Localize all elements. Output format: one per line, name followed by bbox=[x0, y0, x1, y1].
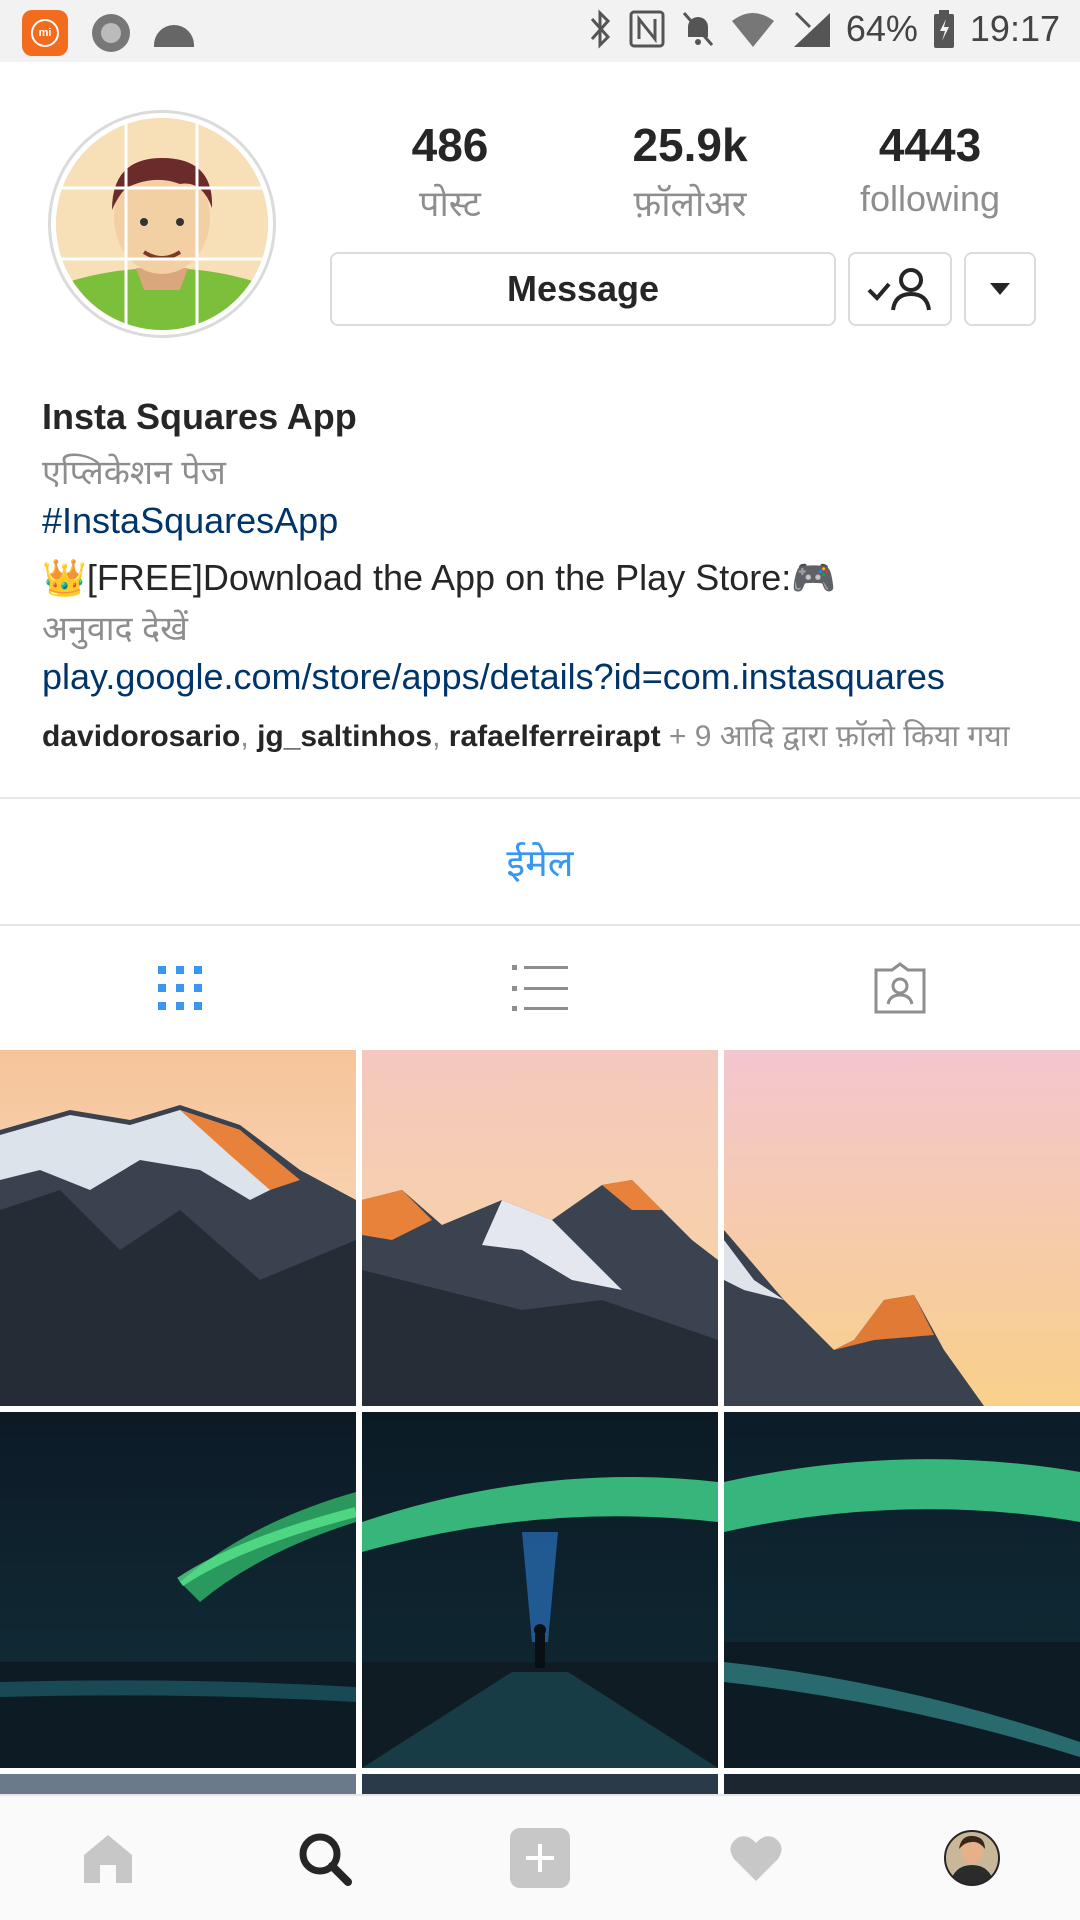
posts-count: 486 bbox=[411, 119, 489, 171]
bio-description-text: [FREE]Download the App on the Play Store… bbox=[86, 557, 792, 598]
notification-circle-icon bbox=[92, 14, 130, 52]
website-link[interactable]: play.google.com/store/apps/details?id=co… bbox=[42, 656, 1052, 714]
bio-description: 👑 [FREE]Download the App on the Play Stor… bbox=[42, 552, 1052, 604]
search-icon bbox=[299, 1833, 352, 1886]
followers-label: फ़ॉलोअर bbox=[633, 183, 747, 224]
nav-home[interactable] bbox=[0, 1796, 216, 1920]
bottom-navigation bbox=[0, 1794, 1080, 1920]
mute-bell-icon bbox=[682, 12, 713, 46]
signal-icon bbox=[793, 11, 830, 47]
profile-stats: 486 पोस्ट 25.9k फ़ॉलोअर 4443 following bbox=[330, 118, 1050, 227]
heart-icon bbox=[730, 1836, 782, 1881]
post-thumbnail[interactable] bbox=[0, 1412, 356, 1768]
profile-category: एप्लिकेशन पेज bbox=[42, 454, 226, 492]
bluetooth-icon bbox=[590, 9, 610, 49]
post-thumbnail[interactable] bbox=[724, 1050, 1080, 1406]
followed-by-user-3[interactable]: rafaelferreirapt bbox=[449, 720, 661, 753]
profile-avatar[interactable] bbox=[56, 118, 268, 330]
add-icon bbox=[510, 1828, 570, 1888]
see-translation-link[interactable]: अनुवाद देखें bbox=[42, 604, 1052, 656]
tagged-icon bbox=[874, 962, 926, 1014]
caret-down-icon bbox=[990, 283, 1010, 295]
following-stat[interactable]: 4443 following bbox=[820, 118, 1040, 227]
tab-list[interactable] bbox=[360, 926, 720, 1050]
battery-icon bbox=[933, 10, 954, 48]
post-thumbnail[interactable] bbox=[362, 1774, 718, 1794]
clock-time: 19:17 bbox=[969, 8, 1060, 49]
post-thumbnail[interactable] bbox=[0, 1774, 356, 1794]
grid-icon bbox=[158, 966, 202, 1010]
profile-hashtag[interactable]: #InstaSquaresApp bbox=[42, 500, 1052, 552]
following-check-icon bbox=[867, 268, 931, 311]
crown-emoji-icon: 👑 bbox=[42, 557, 87, 598]
followers-count: 25.9k bbox=[632, 119, 748, 171]
followers-stat[interactable]: 25.9k फ़ॉलोअर bbox=[580, 118, 800, 227]
nav-activity[interactable] bbox=[648, 1796, 864, 1920]
profile-view-tabs bbox=[0, 926, 1080, 1050]
list-icon bbox=[512, 965, 568, 1011]
posts-label: पोस्ट bbox=[419, 183, 481, 224]
mi-app-icon: mi bbox=[22, 10, 68, 56]
nav-add[interactable] bbox=[432, 1796, 648, 1920]
wifi-icon bbox=[731, 13, 774, 47]
tab-grid[interactable] bbox=[0, 926, 360, 1050]
following-label: following bbox=[859, 178, 1001, 219]
post-thumbnail[interactable] bbox=[0, 1050, 356, 1406]
home-icon bbox=[84, 1835, 132, 1883]
battery-percent: 64% bbox=[845, 8, 918, 49]
followed-by-user-2[interactable]: jg_saltinhos bbox=[257, 720, 432, 753]
nfc-icon bbox=[629, 10, 665, 48]
followed-by-user-1[interactable]: davidorosario bbox=[42, 720, 240, 753]
message-button[interactable]: Message bbox=[330, 252, 836, 326]
profile-bio: Insta Squares App एप्लिकेशन पेज #InstaSq… bbox=[42, 396, 1052, 755]
profile-avatar bbox=[944, 1830, 1000, 1886]
nav-search[interactable] bbox=[216, 1796, 432, 1920]
followed-by-text[interactable]: davidorosario, jg_saltinhos, rafaelferre… bbox=[42, 714, 1052, 755]
post-thumbnail[interactable] bbox=[724, 1412, 1080, 1768]
post-thumbnail[interactable] bbox=[362, 1412, 718, 1768]
more-options-button[interactable] bbox=[964, 252, 1036, 326]
profile-action-buttons: Message bbox=[330, 252, 1036, 326]
email-button[interactable]: ईमेल bbox=[0, 800, 1080, 924]
status-bar: mi 64% 19:17 bbox=[0, 0, 1080, 62]
post-thumbnail[interactable] bbox=[362, 1050, 718, 1406]
divider bbox=[0, 797, 1080, 799]
following-count: 4443 bbox=[878, 119, 982, 171]
notification-dome-icon bbox=[154, 25, 194, 47]
following-status-button[interactable] bbox=[848, 252, 952, 326]
profile-avatar-ring[interactable] bbox=[48, 110, 276, 338]
posts-stat[interactable]: 486 पोस्ट bbox=[340, 118, 560, 227]
followed-by-suffix: + 9 आदि द्वारा फ़ॉलो किया गया bbox=[660, 720, 1010, 753]
game-controller-emoji-icon: 🎮 bbox=[791, 557, 837, 598]
nav-profile[interactable] bbox=[864, 1796, 1080, 1920]
profile-name: Insta Squares App bbox=[42, 396, 357, 437]
post-thumbnail[interactable] bbox=[724, 1774, 1080, 1794]
tab-tagged[interactable] bbox=[720, 926, 1080, 1050]
